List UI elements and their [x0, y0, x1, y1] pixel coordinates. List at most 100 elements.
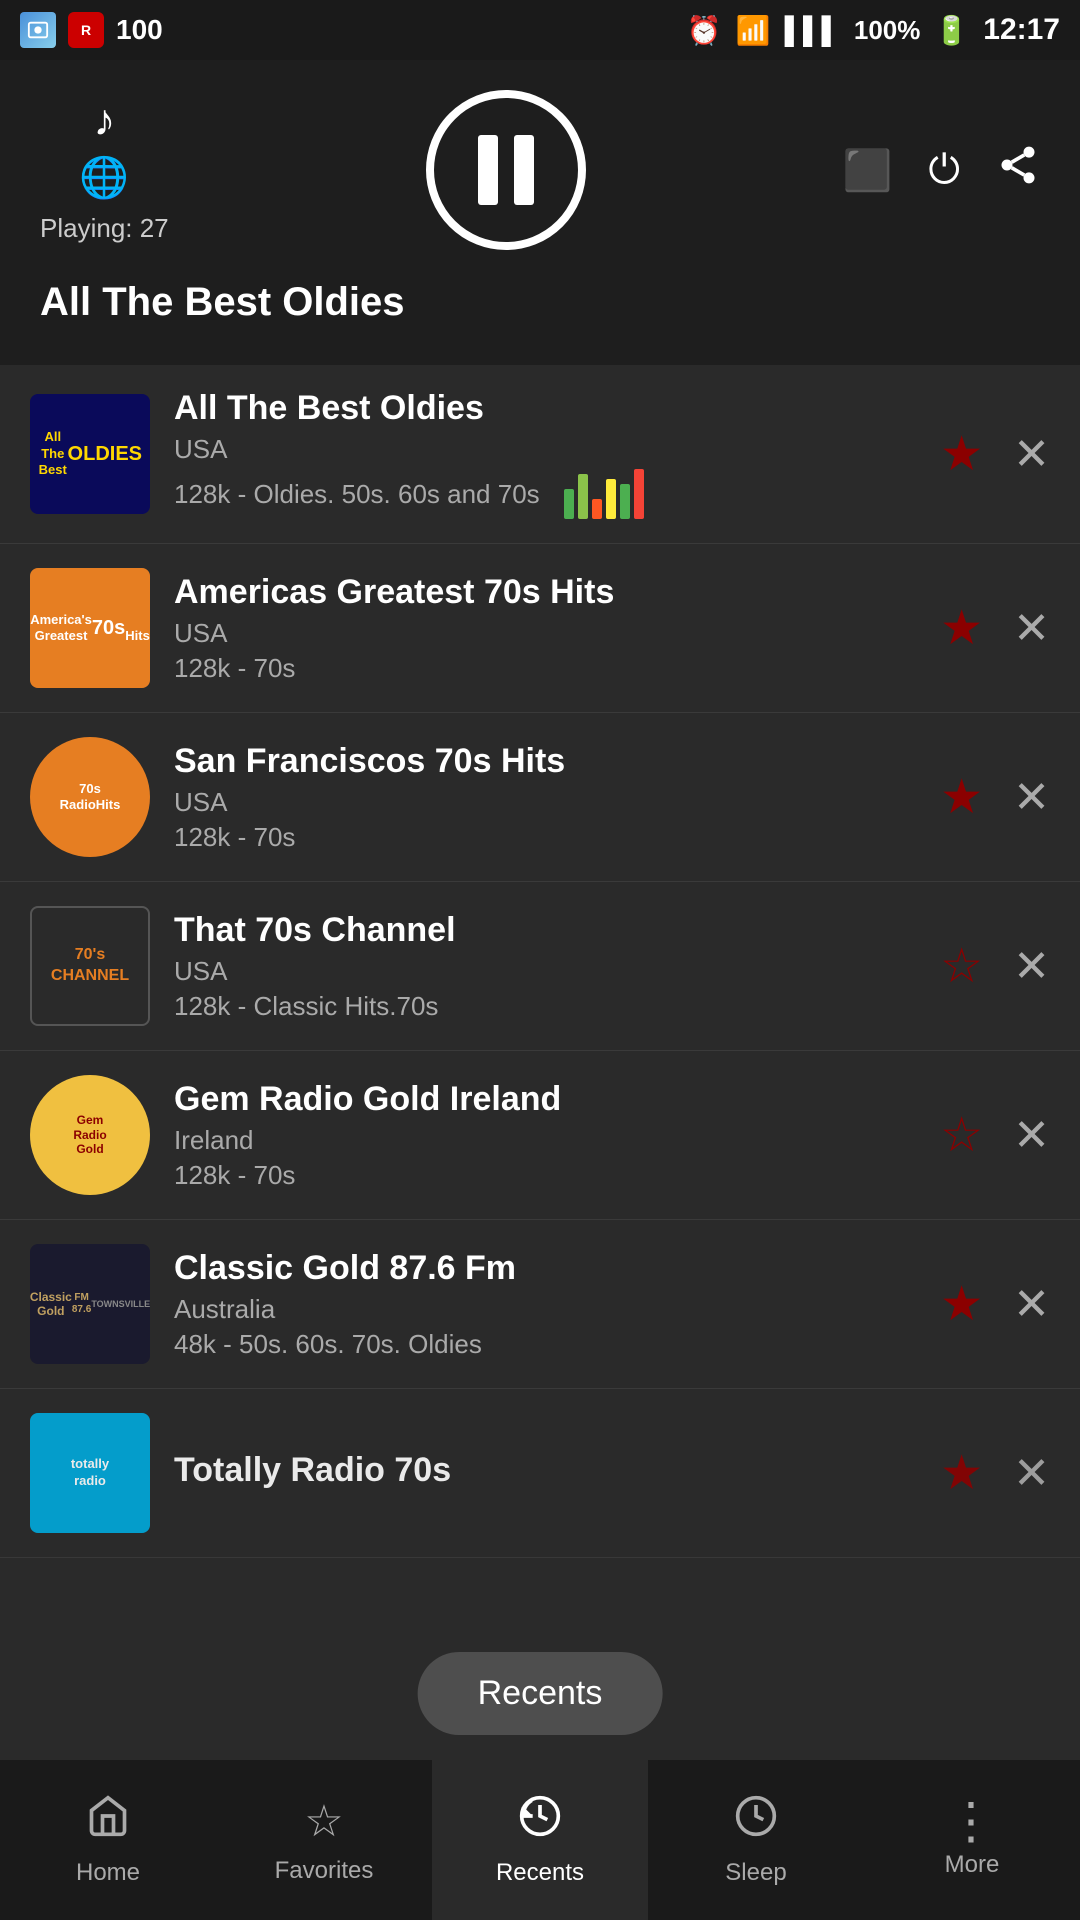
remove-button[interactable]: ✕: [1013, 941, 1050, 992]
playing-label: Playing: 27: [40, 213, 169, 244]
nav-label-home: Home: [76, 1859, 140, 1887]
station-item[interactable]: ClassicGoldFM 87.6TOWNSVILLE Classic Gol…: [0, 1220, 1080, 1389]
station-bitrate: 48k - 50s. 60s. 70s. Oldies: [174, 1329, 916, 1360]
globe-icon[interactable]: 🌐: [79, 154, 129, 201]
remove-button[interactable]: ✕: [1013, 603, 1050, 654]
favorite-star-button[interactable]: ★: [940, 426, 983, 482]
station-info: Totally Radio 70s: [174, 1451, 916, 1496]
station-bitrate: 128k - 70s: [174, 822, 916, 853]
station-logo: 70sRadioHits: [30, 737, 150, 857]
station-logo: 70'sCHANNEL: [30, 906, 150, 1026]
station-name: Totally Radio 70s: [174, 1451, 916, 1490]
station-info: Gem Radio Gold Ireland Ireland 128k - 70…: [174, 1080, 916, 1191]
share-button[interactable]: [996, 143, 1040, 197]
battery-percentage: 100%: [854, 15, 921, 46]
favorite-star-button[interactable]: ☆: [940, 1107, 983, 1163]
nav-label-recents: Recents: [496, 1859, 584, 1887]
station-actions: ★ ✕: [940, 1276, 1050, 1332]
stop-button[interactable]: ⬛: [843, 147, 893, 194]
station-actions: ★ ✕: [940, 426, 1050, 482]
station-name: San Franciscos 70s Hits: [174, 742, 916, 781]
player-right-icons: ⬛ ⏻: [843, 143, 1040, 197]
station-country: Ireland: [174, 1125, 916, 1156]
player-controls-row: ♪ 🌐 Playing: 27 ⬛ ⏻: [40, 90, 1040, 250]
tooltip-text: Recents: [478, 1674, 603, 1712]
station-actions: ★ ✕: [940, 600, 1050, 656]
status-bar-left: R 100: [20, 12, 163, 48]
station-info: Americas Greatest 70s Hits USA 128k - 70…: [174, 573, 916, 684]
remove-button[interactable]: ✕: [1013, 1448, 1050, 1499]
station-bitrate: 128k - Oldies. 50s. 60s and 70s: [174, 479, 540, 510]
station-actions: ★ ✕: [940, 769, 1050, 825]
station-actions: ☆ ✕: [940, 938, 1050, 994]
favorite-star-button[interactable]: ☆: [940, 938, 983, 994]
alarm-icon: ⏰: [687, 14, 722, 47]
station-country: USA: [174, 618, 916, 649]
nav-label-favorites: Favorites: [275, 1857, 374, 1885]
home-icon: [86, 1794, 130, 1849]
photo-app-icon: [20, 12, 56, 48]
remove-button[interactable]: ✕: [1013, 772, 1050, 823]
station-item[interactable]: 70sRadioHits San Franciscos 70s Hits USA…: [0, 713, 1080, 882]
status-bar: R 100 ⏰ 📶 ▌▌▌ 100% 🔋 12:17: [0, 0, 1080, 60]
favorite-star-button[interactable]: ★: [940, 1276, 983, 1332]
station-logo: ClassicGoldFM 87.6TOWNSVILLE: [30, 1244, 150, 1364]
power-button[interactable]: ⏻: [928, 148, 960, 193]
station-bitrate: 128k - Classic Hits.70s: [174, 991, 916, 1022]
remove-button[interactable]: ✕: [1013, 429, 1050, 480]
sleep-icon: [734, 1794, 778, 1849]
station-name: That 70s Channel: [174, 911, 916, 950]
station-country: USA: [174, 787, 916, 818]
station-name: All The Best Oldies: [174, 389, 916, 428]
favorite-star-button[interactable]: ★: [940, 769, 983, 825]
station-country: USA: [174, 956, 916, 987]
station-item[interactable]: America'sGreatest70sHits Americas Greate…: [0, 544, 1080, 713]
favorite-star-button[interactable]: ★: [940, 1445, 983, 1501]
pause-button[interactable]: [426, 90, 586, 250]
wifi-icon: 📶: [736, 14, 771, 47]
station-item[interactable]: GemRadioGold Gem Radio Gold Ireland Irel…: [0, 1051, 1080, 1220]
station-bitrate: 128k - 70s: [174, 653, 916, 684]
nav-item-favorites[interactable]: ☆ Favorites: [216, 1760, 432, 1920]
station-item[interactable]: totallyradio Totally Radio 70s ★ ✕: [0, 1389, 1080, 1558]
more-icon: ⋮: [946, 1801, 998, 1841]
clock-time: 12:17: [983, 13, 1060, 47]
station-logo: All The BestOLDIES: [30, 394, 150, 514]
current-station-title: All The Best Oldies: [40, 280, 405, 325]
nav-item-recents[interactable]: Recents: [432, 1760, 648, 1920]
station-info: All The Best Oldies USA 128k - Oldies. 5…: [174, 389, 916, 519]
nav-label-more: More: [945, 1851, 1000, 1879]
nav-item-more[interactable]: ⋮ More: [864, 1760, 1080, 1920]
remove-button[interactable]: ✕: [1013, 1279, 1050, 1330]
station-actions: ★ ✕: [940, 1445, 1050, 1501]
station-info: Classic Gold 87.6 Fm Australia 48k - 50s…: [174, 1249, 916, 1360]
station-actions: ☆ ✕: [940, 1107, 1050, 1163]
nav-label-sleep: Sleep: [725, 1859, 786, 1887]
nav-item-home[interactable]: Home: [0, 1760, 216, 1920]
music-note-icon[interactable]: ♪: [93, 96, 115, 146]
station-country: Australia: [174, 1294, 916, 1325]
pause-icon: [478, 135, 534, 205]
signal-icon: ▌▌▌: [785, 15, 840, 46]
equalizer: [564, 469, 644, 519]
bottom-nav: Home ☆ Favorites Recents Sleep ⋮ M: [0, 1760, 1080, 1920]
station-info: That 70s Channel USA 128k - Classic Hits…: [174, 911, 916, 1022]
station-name: Classic Gold 87.6 Fm: [174, 1249, 916, 1288]
recents-tooltip: Recents: [418, 1652, 663, 1735]
station-item[interactable]: All The BestOLDIES All The Best Oldies U…: [0, 365, 1080, 544]
battery-icon: 🔋: [934, 14, 969, 47]
remove-button[interactable]: ✕: [1013, 1110, 1050, 1161]
radio-app-icon: R: [68, 12, 104, 48]
nav-item-sleep[interactable]: Sleep: [648, 1760, 864, 1920]
recents-icon: [518, 1794, 562, 1849]
station-name: Gem Radio Gold Ireland: [174, 1080, 916, 1119]
notification-count: 100: [116, 14, 163, 46]
station-name: Americas Greatest 70s Hits: [174, 573, 916, 612]
station-item[interactable]: 70'sCHANNEL That 70s Channel USA 128k - …: [0, 882, 1080, 1051]
station-logo: totallyradio: [30, 1413, 150, 1533]
station-info: San Franciscos 70s Hits USA 128k - 70s: [174, 742, 916, 853]
favorite-star-button[interactable]: ★: [940, 600, 983, 656]
station-bitrate: 128k - 70s: [174, 1160, 916, 1191]
player-area: ♪ 🌐 Playing: 27 ⬛ ⏻: [0, 60, 1080, 365]
station-logo: America'sGreatest70sHits: [30, 568, 150, 688]
